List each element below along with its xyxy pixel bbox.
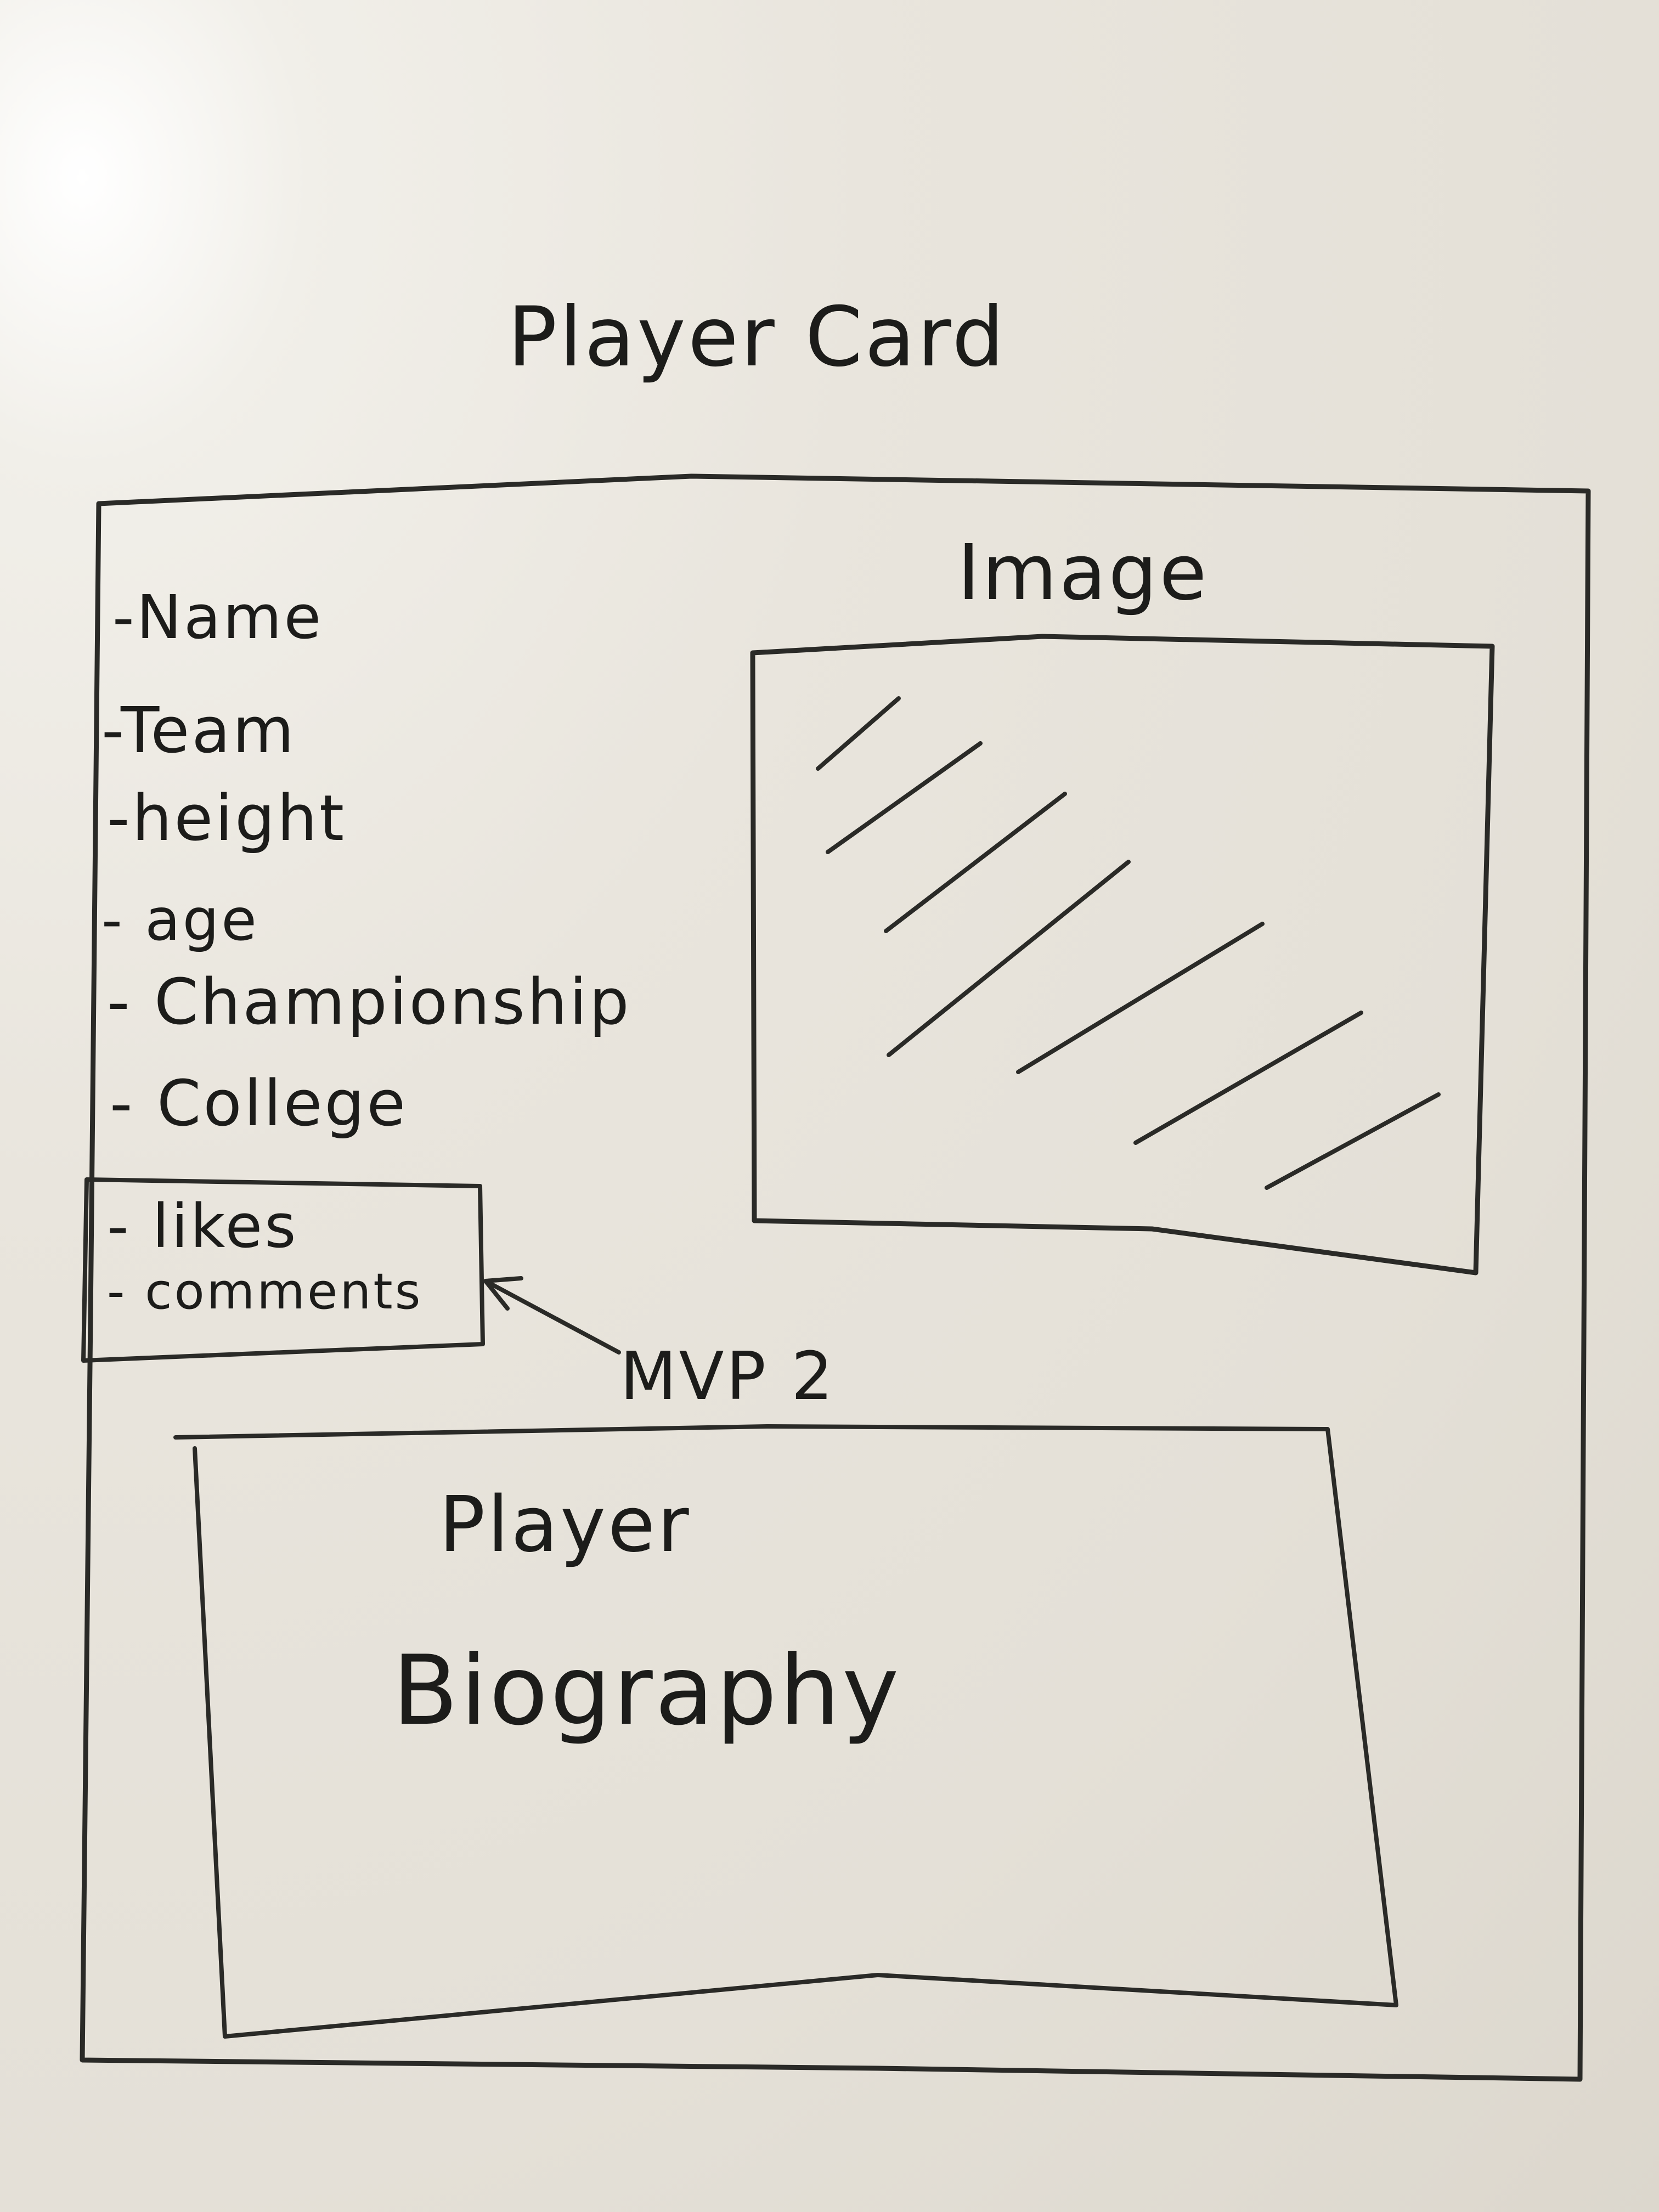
field-likes: - likes [107,1191,298,1261]
mvp2-arrow [483,1276,621,1355]
mvp2-label: MVP 2 [620,1339,836,1415]
field-comments: - comments [107,1263,423,1321]
field-age: - age [101,887,259,953]
image-label: Image [957,528,1209,618]
field-championship: - Championship [107,966,631,1039]
bio-label-biography: Biography [392,1635,901,1747]
field-team: -Team [101,694,296,768]
field-college: - College [110,1067,408,1141]
image-hatch-lines [816,696,1441,1190]
field-name: -Name [112,582,324,652]
field-height: -height [107,782,347,855]
image-placeholder-box [750,634,1495,1276]
bio-label-player: Player [439,1480,691,1570]
page-title: Player Card [507,290,1007,385]
